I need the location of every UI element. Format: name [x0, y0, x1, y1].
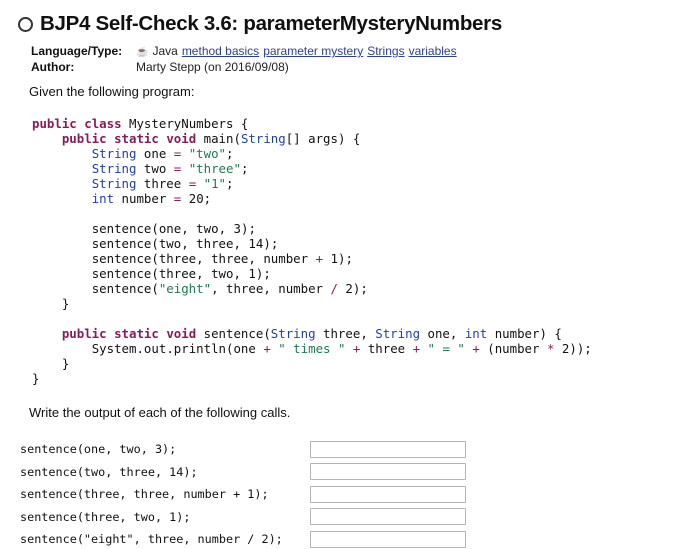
- call-text: sentence(three, two, 1);: [20, 509, 191, 524]
- code-line: }: [61, 356, 70, 371]
- answer-input-4[interactable]: [310, 508, 466, 526]
- tag-link-method-basics[interactable]: method basics: [182, 43, 259, 59]
- code-block: public class MysteryNumbers { public sta…: [32, 116, 592, 386]
- call-text: sentence(two, three, 14);: [20, 464, 198, 479]
- tag-link-strings[interactable]: Strings: [367, 43, 404, 59]
- instructions-text: Write the output of each of the followin…: [29, 405, 291, 420]
- meta-row-language: Language/Type: ☕ Java method basics para…: [31, 43, 457, 59]
- code-line: String two = "three";: [91, 161, 249, 176]
- call-row: sentence(three, two, 1);: [20, 506, 470, 529]
- code-line: public static void sentence(String three…: [61, 326, 562, 341]
- call-row: sentence(three, three, number + 1);: [20, 483, 470, 506]
- intro-text: Given the following program:: [29, 84, 195, 99]
- tag-link-variables[interactable]: variables: [409, 43, 457, 59]
- call-text: sentence(three, three, number + 1);: [20, 487, 269, 502]
- call-row: sentence("eight", three, number / 2);: [20, 528, 470, 549]
- call-text: sentence(one, two, 3);: [20, 442, 177, 457]
- code-line: String three = "1";: [91, 176, 234, 191]
- answer-input-3[interactable]: [310, 485, 466, 503]
- call-row: sentence(two, three, 14);: [20, 461, 470, 484]
- call-row: sentence(one, two, 3);: [20, 438, 470, 461]
- answer-input-5[interactable]: [310, 530, 466, 548]
- code-line: }: [32, 371, 40, 386]
- tag-link-parameter-mystery[interactable]: parameter mystery: [263, 43, 363, 59]
- code-line: sentence(two, three, 14);: [91, 236, 279, 251]
- code-line: String one = "two";: [91, 146, 234, 161]
- meta-row-author: Author: Marty Stepp (on 2016/09/08): [31, 59, 457, 75]
- title-row: BJP4 Self-Check 3.6: parameterMysteryNum…: [18, 12, 502, 36]
- status-circle-icon: [18, 16, 33, 32]
- code-line: }: [61, 296, 70, 311]
- answer-input-1[interactable]: [310, 440, 466, 458]
- call-text: sentence("eight", three, number / 2);: [20, 532, 283, 547]
- problem-meta: Language/Type: ☕ Java method basics para…: [31, 43, 457, 75]
- code-line: sentence(three, two, 1);: [91, 266, 271, 281]
- code-line: sentence("eight", three, number / 2);: [91, 281, 368, 296]
- language-label: Language/Type:: [31, 44, 123, 58]
- code-line: int number = 20;: [91, 191, 212, 206]
- code-line: public static void main(String[] args) {: [61, 131, 361, 146]
- code-line: sentence(three, three, number + 1);: [91, 251, 353, 266]
- author-value: Marty Stepp (on 2016/09/08): [136, 60, 289, 74]
- answer-input-2[interactable]: [310, 463, 466, 481]
- page-title: BJP4 Self-Check 3.6: parameterMysteryNum…: [40, 12, 502, 35]
- calls-list: sentence(one, two, 3); sentence(two, thr…: [20, 438, 470, 549]
- code-line: System.out.println(one + " times " + thr…: [91, 341, 592, 356]
- code-line: public class MysteryNumbers {: [32, 116, 249, 131]
- language-name: Java: [152, 44, 178, 58]
- author-label: Author:: [31, 60, 75, 74]
- code-line: sentence(one, two, 3);: [91, 221, 256, 236]
